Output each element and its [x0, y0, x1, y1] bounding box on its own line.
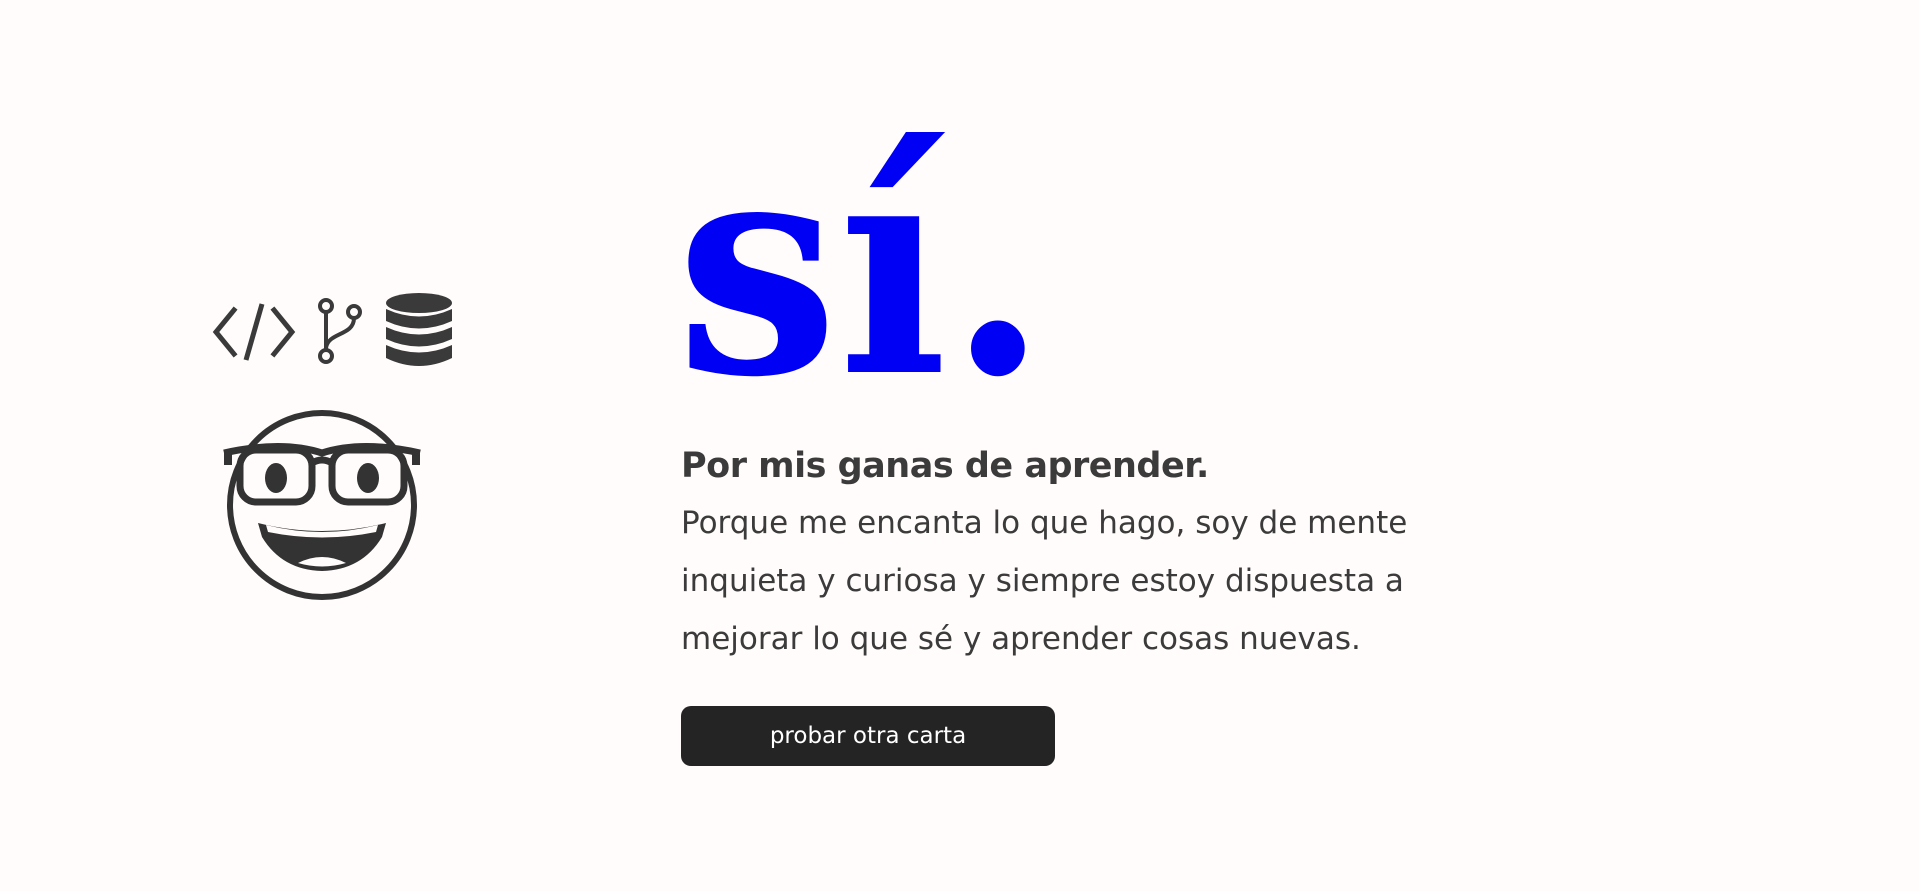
skill-icons-row: [212, 292, 462, 372]
card-content: Por mis ganas de aprender. Porque me enc…: [681, 438, 1481, 668]
database-icon: [386, 293, 452, 366]
big-answer-text: sí.: [676, 108, 1048, 388]
try-another-card-button[interactable]: probar otra carta: [681, 706, 1055, 766]
card-headline: Por mis ganas de aprender.: [681, 446, 1209, 486]
nerd-face-emoji-icon: [223, 410, 421, 600]
card-body-text: Porque me encanta lo que hago, soy de me…: [681, 505, 1408, 657]
git-branch-icon: [318, 298, 362, 364]
code-brackets-icon: [212, 303, 296, 361]
big-answer-word: sí.: [676, 108, 1048, 388]
